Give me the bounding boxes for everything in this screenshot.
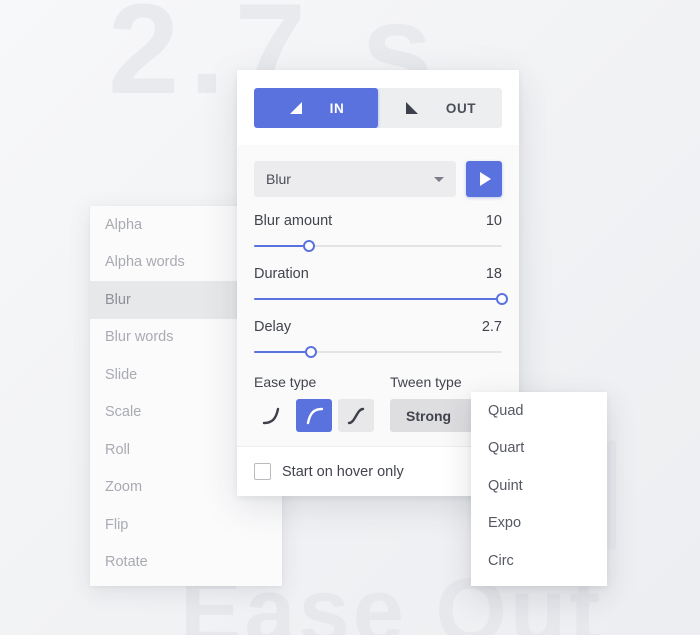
ramp-down-triangle-icon <box>405 102 418 114</box>
direction-in-button[interactable]: IN <box>254 88 378 128</box>
dropdown-scrollbar[interactable] <box>607 440 616 550</box>
list-item-label: Scale <box>105 404 142 421</box>
preview-play-button[interactable] <box>466 161 502 197</box>
slider-header: Blur amount 10 <box>254 213 502 229</box>
ease-in-curve-icon <box>262 407 280 424</box>
direction-in-label: IN <box>329 100 345 116</box>
slider-track-fill <box>254 245 309 247</box>
slider-delay: Delay 2.7 <box>254 319 502 360</box>
ease-in-out-button[interactable] <box>338 399 374 432</box>
ease-out-curve-icon <box>306 407 324 424</box>
direction-toggle: IN OUT <box>254 88 502 128</box>
slider-value: 2.7 <box>481 319 502 335</box>
type-row: Ease type Tween type Strong <box>254 374 502 432</box>
list-item-label: Rotate <box>105 554 148 571</box>
tween-type-value: Strong <box>406 407 452 424</box>
slider-label: Blur amount <box>254 213 333 229</box>
slider-track-fill <box>254 351 312 353</box>
list-item-label: Roll <box>105 441 130 458</box>
ease-in-button[interactable] <box>254 399 290 432</box>
dropdown-item-label: Quart <box>488 440 525 457</box>
dropdown-item[interactable]: Quint <box>471 467 607 505</box>
tween-type-dropdown: Quad Quart Quint Expo Circ <box>471 392 607 586</box>
slider-header: Duration 18 <box>254 266 502 282</box>
slider-thumb[interactable] <box>305 346 318 358</box>
ramp-up-triangle-icon <box>289 102 302 114</box>
list-item-label: Blur <box>105 291 131 308</box>
slider-label: Delay <box>254 319 292 335</box>
dropdown-item[interactable]: Expo <box>471 505 607 543</box>
effect-select-row: Blur <box>254 161 502 197</box>
ease-type-label: Ease type <box>254 374 317 390</box>
direction-toggle-wrap: IN OUT <box>237 70 519 145</box>
chevron-down-icon <box>434 176 444 182</box>
list-item-label: Slide <box>105 366 138 383</box>
dropdown-item-label: Circ <box>488 552 514 569</box>
list-item-label: Blur words <box>105 329 174 346</box>
slider-track[interactable] <box>254 344 502 360</box>
dropdown-item-label: Quad <box>488 402 524 419</box>
dropdown-item[interactable]: Circ <box>471 542 607 580</box>
ease-type-buttons <box>254 399 390 432</box>
tween-type-label: Tween type <box>390 374 462 390</box>
list-item-label: Zoom <box>105 479 143 496</box>
direction-out-label: OUT <box>445 100 477 116</box>
list-item[interactable]: Flip <box>90 506 282 544</box>
slider-header: Delay 2.7 <box>254 319 502 335</box>
slider-label: Duration <box>254 266 309 282</box>
ease-type-group: Ease type <box>254 374 390 432</box>
dropdown-item-label: Quint <box>488 477 523 494</box>
ease-out-button[interactable] <box>296 399 332 432</box>
list-item[interactable]: Rotate <box>90 544 282 582</box>
slider-value: 18 <box>485 266 502 282</box>
slider-thumb[interactable] <box>496 293 508 305</box>
ease-in-out-curve-icon <box>347 407 365 424</box>
slider-value: 10 <box>485 213 502 229</box>
effect-select[interactable]: Blur <box>254 161 456 197</box>
direction-out-button[interactable]: OUT <box>378 88 502 128</box>
play-icon <box>480 172 491 186</box>
slider-track[interactable] <box>254 238 502 254</box>
dropdown-item-label: Expo <box>488 515 522 532</box>
list-item-label: Alpha <box>105 216 143 233</box>
list-item-label: Alpha words <box>105 254 185 271</box>
slider-track-fill <box>254 298 502 300</box>
effect-select-value: Blur <box>266 171 291 187</box>
start-on-hover-label: Start on hover only <box>282 463 404 480</box>
slider-thumb[interactable] <box>302 240 315 252</box>
app-stage: 2.7 s Ease Out Alpha Alpha words Blur Bl… <box>0 0 700 635</box>
list-item-label: Flip <box>105 516 129 533</box>
dropdown-item[interactable]: Quad <box>471 392 607 430</box>
start-on-hover-checkbox[interactable] <box>254 463 271 480</box>
slider-duration: Duration 18 <box>254 266 508 307</box>
slider-track[interactable] <box>254 291 508 307</box>
dropdown-item[interactable]: Quart <box>471 430 607 468</box>
slider-blur-amount: Blur amount 10 <box>254 213 502 254</box>
